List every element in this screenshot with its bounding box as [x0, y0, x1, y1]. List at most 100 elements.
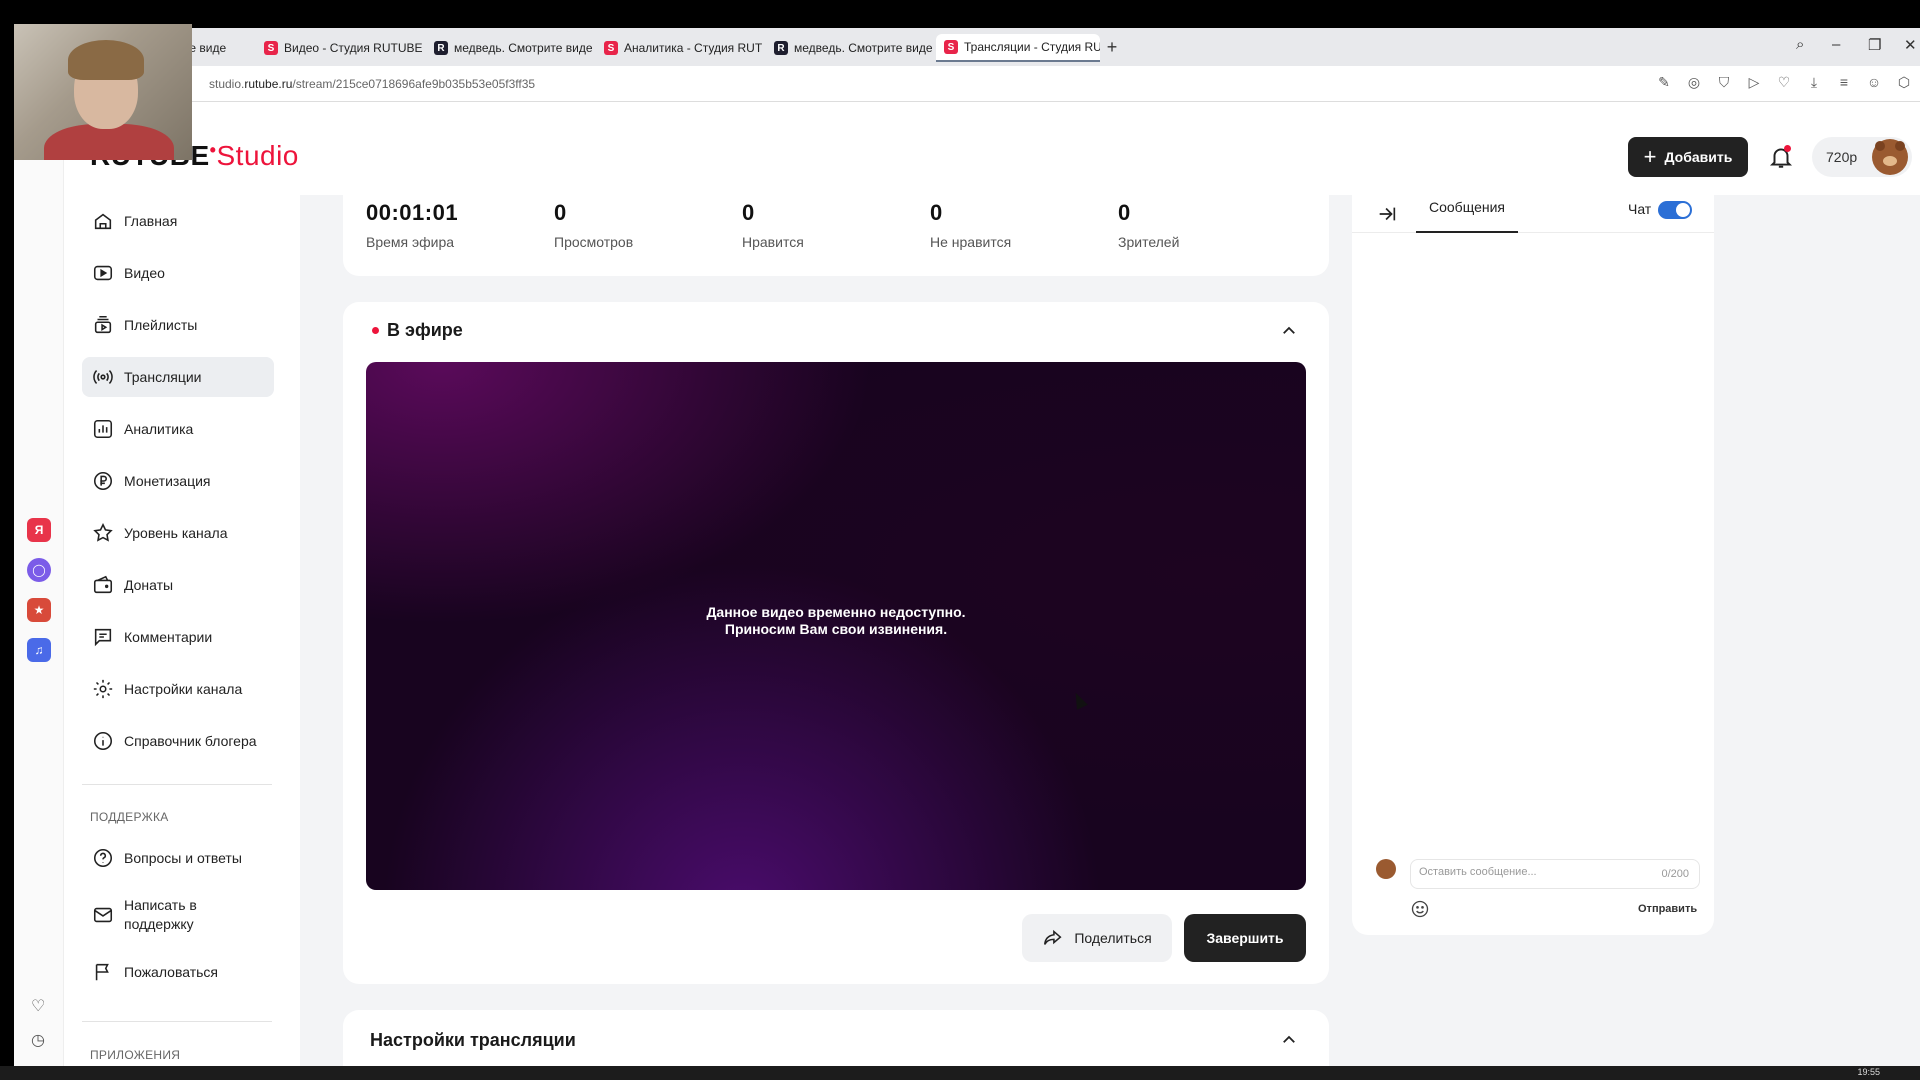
stat-caption: Зрителей — [1118, 234, 1180, 250]
edit-icon[interactable]: ✎ — [1656, 74, 1672, 91]
tab-label: Аналитика - Студия RUT — [624, 41, 763, 55]
sidebar-item-label: Уровень канала — [124, 524, 228, 541]
account-menu[interactable]: 720р — [1812, 137, 1912, 177]
sidebar-item-comments[interactable]: Комментарии — [82, 617, 274, 657]
tab-messages[interactable]: Сообщения — [1416, 195, 1518, 233]
sidebar-item-report[interactable]: Пожаловаться — [82, 952, 274, 992]
logo-studio-text: Studio — [216, 140, 299, 171]
sidebar-item-label: Вопросы и ответы — [124, 849, 242, 866]
stat-airtime: 00:01:01 Время эфира — [366, 200, 458, 250]
stat-caption: Просмотров — [554, 234, 634, 250]
download-icon[interactable]: ⤓ — [1806, 74, 1822, 91]
notification-badge — [1784, 145, 1791, 152]
camera-icon[interactable]: ◎ — [1686, 74, 1702, 91]
sidebar-item-label: Трансляции — [124, 368, 202, 385]
heart-icon[interactable]: ♡ — [1776, 74, 1792, 91]
tab-label: медведь. Смотрите виде — [454, 41, 593, 55]
browser-search-icon[interactable]: ⌕ — [1796, 36, 1804, 53]
sidebar-item-video[interactable]: Видео — [82, 253, 274, 293]
history-icon[interactable]: ◷ — [31, 1030, 45, 1050]
sidebar-item-broadcasts[interactable]: Трансляции — [82, 357, 274, 397]
sidebar-item-monetization[interactable]: Монетизация — [82, 461, 274, 501]
studio-favicon-icon: S — [604, 41, 618, 55]
restore-icon[interactable]: ❐ — [1868, 36, 1881, 54]
minimize-icon[interactable]: – — [1832, 36, 1840, 53]
sidebar-item-channel-settings[interactable]: Настройки канала — [82, 669, 274, 709]
sidebar-item-analytics[interactable]: Аналитика — [82, 409, 274, 449]
sidebar-item-write-support[interactable]: Написать в поддержку — [82, 888, 274, 942]
extension-icon[interactable]: ⬡ — [1896, 74, 1912, 91]
address-bar[interactable]: studio.rutube.ru/stream/215ce0718696afe9… — [14, 66, 1920, 102]
browser-tab[interactable]: S Видео - Студия RUTUBE — [256, 34, 424, 62]
collapse-panel-icon[interactable] — [1376, 203, 1398, 225]
mail-icon — [93, 907, 113, 923]
send-icon[interactable]: ▷ — [1746, 74, 1762, 91]
bear-avatar-icon — [1883, 156, 1897, 166]
sidebar-item-home[interactable]: Главная — [82, 201, 274, 241]
share-button[interactable]: Поделиться — [1022, 914, 1172, 962]
share-icon — [1044, 929, 1062, 945]
live-title-text: В эфире — [387, 320, 463, 340]
chevron-up-icon[interactable] — [1280, 322, 1298, 340]
stat-value: 0 — [742, 200, 755, 225]
avatar[interactable] — [1872, 139, 1908, 175]
chat-toggle-label: Чат — [1628, 201, 1652, 217]
stat-viewers: 0 Зрителей — [1118, 200, 1179, 250]
sidebar-item-channel-level[interactable]: Уровень канала — [82, 513, 274, 553]
sidebar-item-label: Монетизация — [124, 472, 211, 489]
tab-label: Трансляции - Студия RU — [964, 40, 1100, 54]
browser-tab[interactable]: S Аналитика - Студия RUT — [596, 34, 764, 62]
url-path: /stream/215ce0718696afe9b035b53e05f3ff35 — [292, 77, 536, 91]
browser-tab-active[interactable]: S Трансляции - Студия RU — [936, 34, 1100, 62]
add-button-label: Добавить — [1664, 149, 1733, 165]
new-tab-button[interactable]: + — [1102, 38, 1122, 58]
notifications-bell-icon[interactable] — [1768, 144, 1794, 170]
studio-favicon-icon: S — [944, 40, 958, 54]
chevron-up-icon[interactable] — [1280, 1031, 1298, 1049]
char-counter: 0/200 — [1661, 868, 1689, 880]
screen-top-band — [0, 0, 1920, 28]
ruble-icon — [93, 471, 113, 491]
music-icon[interactable]: ♫ — [27, 638, 51, 662]
video-player[interactable]: Данное видео временно недоступно. Принос… — [366, 362, 1306, 890]
chat-toggle[interactable] — [1658, 201, 1692, 219]
rutube-favicon-icon: R — [774, 41, 788, 55]
emoji-icon[interactable] — [1410, 899, 1430, 919]
webcam-person-hair — [68, 40, 144, 80]
sidebar-item-label: Справочник блогера — [124, 732, 257, 749]
app-icon[interactable]: ★ — [27, 598, 51, 622]
star-icon — [93, 522, 113, 542]
shield-icon[interactable]: ⛉ — [1716, 74, 1732, 91]
live-indicator-dot — [372, 327, 379, 334]
address-bar-icons: ✎ ◎ ⛉ ▷ ♡ ⤓ ≡ ☺ ⬡ — [1656, 74, 1912, 91]
apps-heading: ПРИЛОЖЕНИЯ — [90, 1048, 181, 1062]
close-icon[interactable]: ✕ — [1904, 36, 1917, 54]
sidebar-item-blogger-guide[interactable]: Справочник блогера — [82, 721, 274, 761]
chat-message-input[interactable] — [1419, 866, 1649, 878]
wallet-icon — [93, 575, 113, 594]
taskbar-clock: 19:55 — [1857, 1067, 1880, 1077]
video-icon — [93, 265, 113, 281]
profile-icon[interactable]: ☺ — [1866, 74, 1882, 91]
menu-icon[interactable]: ≡ — [1836, 74, 1852, 91]
sidebar-item-label: Комментарии — [124, 628, 213, 645]
add-button[interactable]: + Добавить — [1628, 137, 1748, 177]
sidebar-item-faq[interactable]: Вопросы и ответы — [82, 838, 274, 878]
browser-tab[interactable]: R медведь. Смотрите виде — [426, 34, 594, 62]
tab-label: Видео - Студия RUTUBE — [284, 41, 423, 55]
chat-message-field[interactable]: 0/200 — [1410, 859, 1700, 889]
sidebar-item-donations[interactable]: Донаты — [82, 565, 274, 605]
url-text[interactable]: studio.rutube.ru/stream/215ce0718696afe9… — [209, 77, 535, 91]
finish-stream-button[interactable]: Завершить — [1184, 914, 1306, 962]
stat-value: 00:01:01 — [366, 200, 459, 225]
browser-tab[interactable]: R медведь. Смотрите виде — [766, 34, 934, 62]
webcam-person-body — [44, 124, 174, 160]
favorites-heart-icon[interactable]: ♡ — [31, 996, 45, 1016]
yandex-icon[interactable]: Я — [27, 518, 51, 542]
flag-icon — [95, 963, 109, 981]
stat-dislikes: 0 Не нравится — [930, 200, 1011, 250]
alice-icon[interactable]: ◯ — [27, 558, 51, 582]
sidebar-item-playlists[interactable]: Плейлисты — [82, 305, 274, 345]
player-message-line2: Приносим Вам свои извинения. — [724, 621, 948, 637]
send-button[interactable]: Отправить — [1638, 903, 1697, 915]
